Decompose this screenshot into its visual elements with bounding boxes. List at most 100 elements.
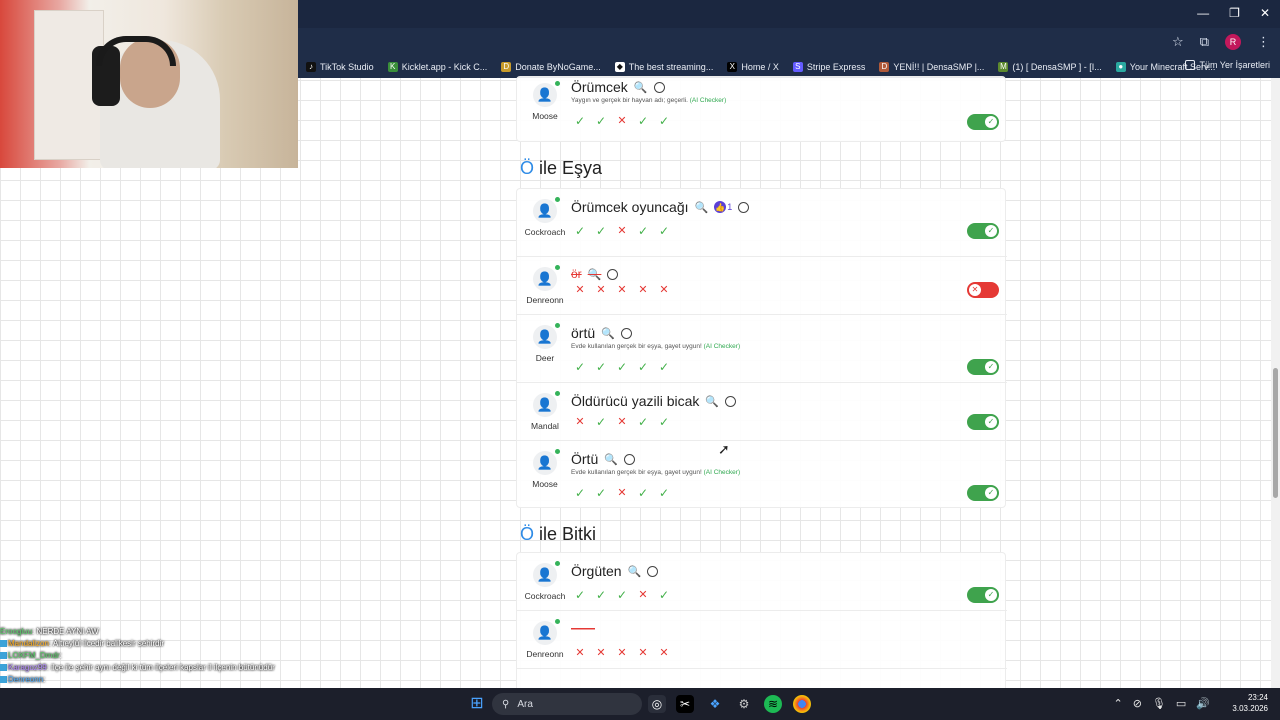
vote-check-icon[interactable]: ✓: [594, 360, 608, 374]
vote-check-icon[interactable]: ✓: [594, 224, 608, 238]
vote-check-icon[interactable]: ✓: [636, 486, 650, 500]
vote-cross-icon[interactable]: ✕: [573, 415, 587, 429]
vote-cross-icon[interactable]: ✕: [573, 646, 587, 660]
vote-cross-icon[interactable]: ✕: [636, 283, 650, 297]
vote-check-icon[interactable]: ✓: [573, 224, 587, 238]
chat-line: Eroogluu: NERDE AYNI AW: [0, 627, 99, 636]
vote-check-icon[interactable]: ✓: [636, 415, 650, 429]
accept-toggle[interactable]: ✓: [967, 114, 999, 130]
scrollbar-thumb[interactable]: [1273, 368, 1278, 498]
search-icon[interactable]: 🔍: [628, 565, 642, 578]
votes: ✓ ✓ ✕ ✓ ✓: [573, 224, 671, 238]
emoji-icon[interactable]: [653, 81, 665, 93]
vote-check-icon[interactable]: ✓: [573, 486, 587, 500]
accept-toggle[interactable]: ✓: [967, 587, 999, 603]
vote-cross-icon[interactable]: ✕: [615, 415, 629, 429]
vote-check-icon[interactable]: ✓: [615, 588, 629, 602]
vote-check-icon[interactable]: ✓: [594, 588, 608, 602]
close-icon[interactable]: ✕: [1260, 6, 1270, 20]
vote-cross-icon[interactable]: ✕: [594, 283, 608, 297]
all-bookmarks[interactable]: Tüm Yer İşaretleri: [1185, 60, 1270, 70]
bookmark[interactable]: S Stripe Express: [792, 62, 865, 72]
accept-toggle[interactable]: ✓: [967, 414, 999, 430]
emoji-icon[interactable]: [738, 201, 750, 213]
vote-cross-icon[interactable]: ✕: [615, 224, 629, 238]
accept-toggle[interactable]: ✓: [967, 359, 999, 375]
vote-check-icon[interactable]: ✓: [573, 360, 587, 374]
vote-check-icon[interactable]: ✓: [636, 360, 650, 374]
vote-check-icon[interactable]: ✓: [657, 486, 671, 500]
search-icon[interactable]: 🔍: [604, 453, 618, 466]
bookmark[interactable]: K Kicklet.app - Kick C...: [387, 62, 487, 72]
page-scrollbar[interactable]: [1271, 78, 1280, 688]
vote-check-icon[interactable]: ✓: [657, 415, 671, 429]
vote-check-icon[interactable]: ✓: [573, 114, 587, 128]
vote-check-icon[interactable]: ✓: [636, 114, 650, 128]
emoji-icon[interactable]: [725, 395, 737, 407]
chevron-up-icon[interactable]: ⌃: [1113, 697, 1122, 710]
vote-cross-icon[interactable]: ✕: [636, 646, 650, 660]
restore-icon[interactable]: ❐: [1229, 6, 1240, 20]
vote-check-icon[interactable]: ✓: [657, 588, 671, 602]
vote-cross-icon[interactable]: ✕: [657, 646, 671, 660]
emoji-icon[interactable]: [623, 453, 635, 465]
vote-cross-icon[interactable]: ✕: [657, 283, 671, 297]
emoji-icon[interactable]: [607, 268, 619, 280]
taskbar-search[interactable]: ⚲ Ara: [492, 693, 642, 715]
search-icon[interactable]: 🔍: [705, 395, 719, 408]
capcut-icon[interactable]: ✂: [676, 695, 694, 713]
profile-avatar[interactable]: R: [1225, 34, 1241, 50]
vote-check-icon[interactable]: ✓: [636, 224, 650, 238]
reject-toggle[interactable]: ✕: [967, 282, 999, 298]
spotify-icon[interactable]: ≋: [764, 695, 782, 713]
clock[interactable]: 23:24 3.03.2026: [1232, 692, 1268, 714]
bookmark[interactable]: ◆ The best streaming...: [614, 62, 713, 72]
vote-cross-icon[interactable]: ✕: [573, 283, 587, 297]
vote-check-icon[interactable]: ✓: [657, 360, 671, 374]
network-icon[interactable]: ⊘: [1133, 697, 1142, 710]
minecraft-icon: M: [998, 62, 1009, 72]
star-icon[interactable]: ☆: [1172, 34, 1184, 50]
emoji-icon[interactable]: [620, 327, 632, 339]
search-icon[interactable]: 🔍: [695, 201, 709, 214]
vote-check-icon[interactable]: ✓: [594, 415, 608, 429]
accept-toggle[interactable]: ✓: [967, 223, 999, 239]
like-badge[interactable]: 👍 1: [714, 201, 732, 213]
bookmark[interactable]: X Home / X: [727, 62, 779, 72]
search-icon[interactable]: 🔍: [588, 268, 602, 281]
bookmark[interactable]: M (1) [ DensaSMP ] - [I...: [998, 62, 1102, 72]
vote-check-icon[interactable]: ✓: [573, 588, 587, 602]
emoji-icon[interactable]: [647, 565, 659, 577]
vote-check-icon[interactable]: ✓: [615, 360, 629, 374]
chat-line: LOXFM_Dmdr:: [0, 650, 200, 662]
vote-cross-icon[interactable]: ✕: [615, 283, 629, 297]
search-icon[interactable]: 🔍: [601, 327, 615, 340]
bookmark[interactable]: D YENİ!! | DensaSMP |...: [879, 62, 984, 72]
vote-cross-icon[interactable]: ✕: [615, 486, 629, 500]
windows-start-icon[interactable]: ⊞: [468, 695, 486, 713]
settings-icon[interactable]: ⚙: [735, 695, 753, 713]
vote-check-icon[interactable]: ✓: [594, 486, 608, 500]
speaker-icon[interactable]: 🔊: [1196, 697, 1210, 710]
chrome-icon[interactable]: [793, 695, 811, 713]
vote-check-icon[interactable]: ✓: [657, 224, 671, 238]
extensions-icon[interactable]: ⧉: [1200, 34, 1209, 50]
vote-check-icon[interactable]: ✓: [594, 114, 608, 128]
app-icon[interactable]: ◎: [648, 695, 666, 713]
vote-cross-icon[interactable]: ✕: [636, 588, 650, 602]
vote-cross-icon[interactable]: ✕: [594, 646, 608, 660]
votes: ✕ ✕ ✕ ✕ ✕: [573, 283, 671, 297]
menu-icon[interactable]: ⋮: [1257, 34, 1270, 50]
bookmark[interactable]: ♪ TikTok Studio: [306, 62, 374, 72]
bookmark[interactable]: D Donate ByNoGame...: [501, 62, 601, 72]
vote-check-icon[interactable]: ✓: [657, 114, 671, 128]
minimize-icon[interactable]: —: [1197, 6, 1209, 20]
cross-icon: ✕: [969, 284, 981, 296]
search-icon[interactable]: 🔍: [634, 81, 648, 94]
vote-cross-icon[interactable]: ✕: [615, 646, 629, 660]
microphone-icon[interactable]: 🎙: [1152, 697, 1166, 710]
accept-toggle[interactable]: ✓: [967, 485, 999, 501]
app-icon[interactable]: ❖: [706, 695, 724, 713]
vote-cross-icon[interactable]: ✕: [615, 114, 629, 128]
display-icon[interactable]: ▭: [1176, 697, 1186, 710]
